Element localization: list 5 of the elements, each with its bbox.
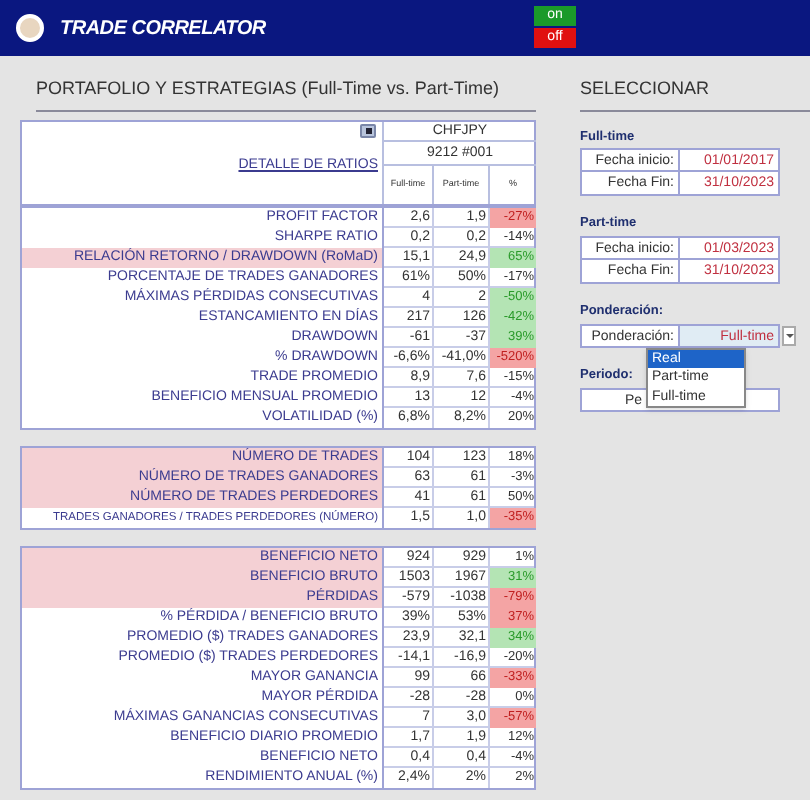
logo-icon	[16, 14, 44, 42]
section-title: SELECCIONAR	[580, 76, 712, 102]
app-title: TRADE CORRELATOR	[60, 15, 266, 43]
section-title: PORTAFOLIO Y ESTRATEGIAS (Full-Time vs. Part-Time)	[36, 76, 502, 102]
expand-button[interactable]	[360, 123, 376, 137]
